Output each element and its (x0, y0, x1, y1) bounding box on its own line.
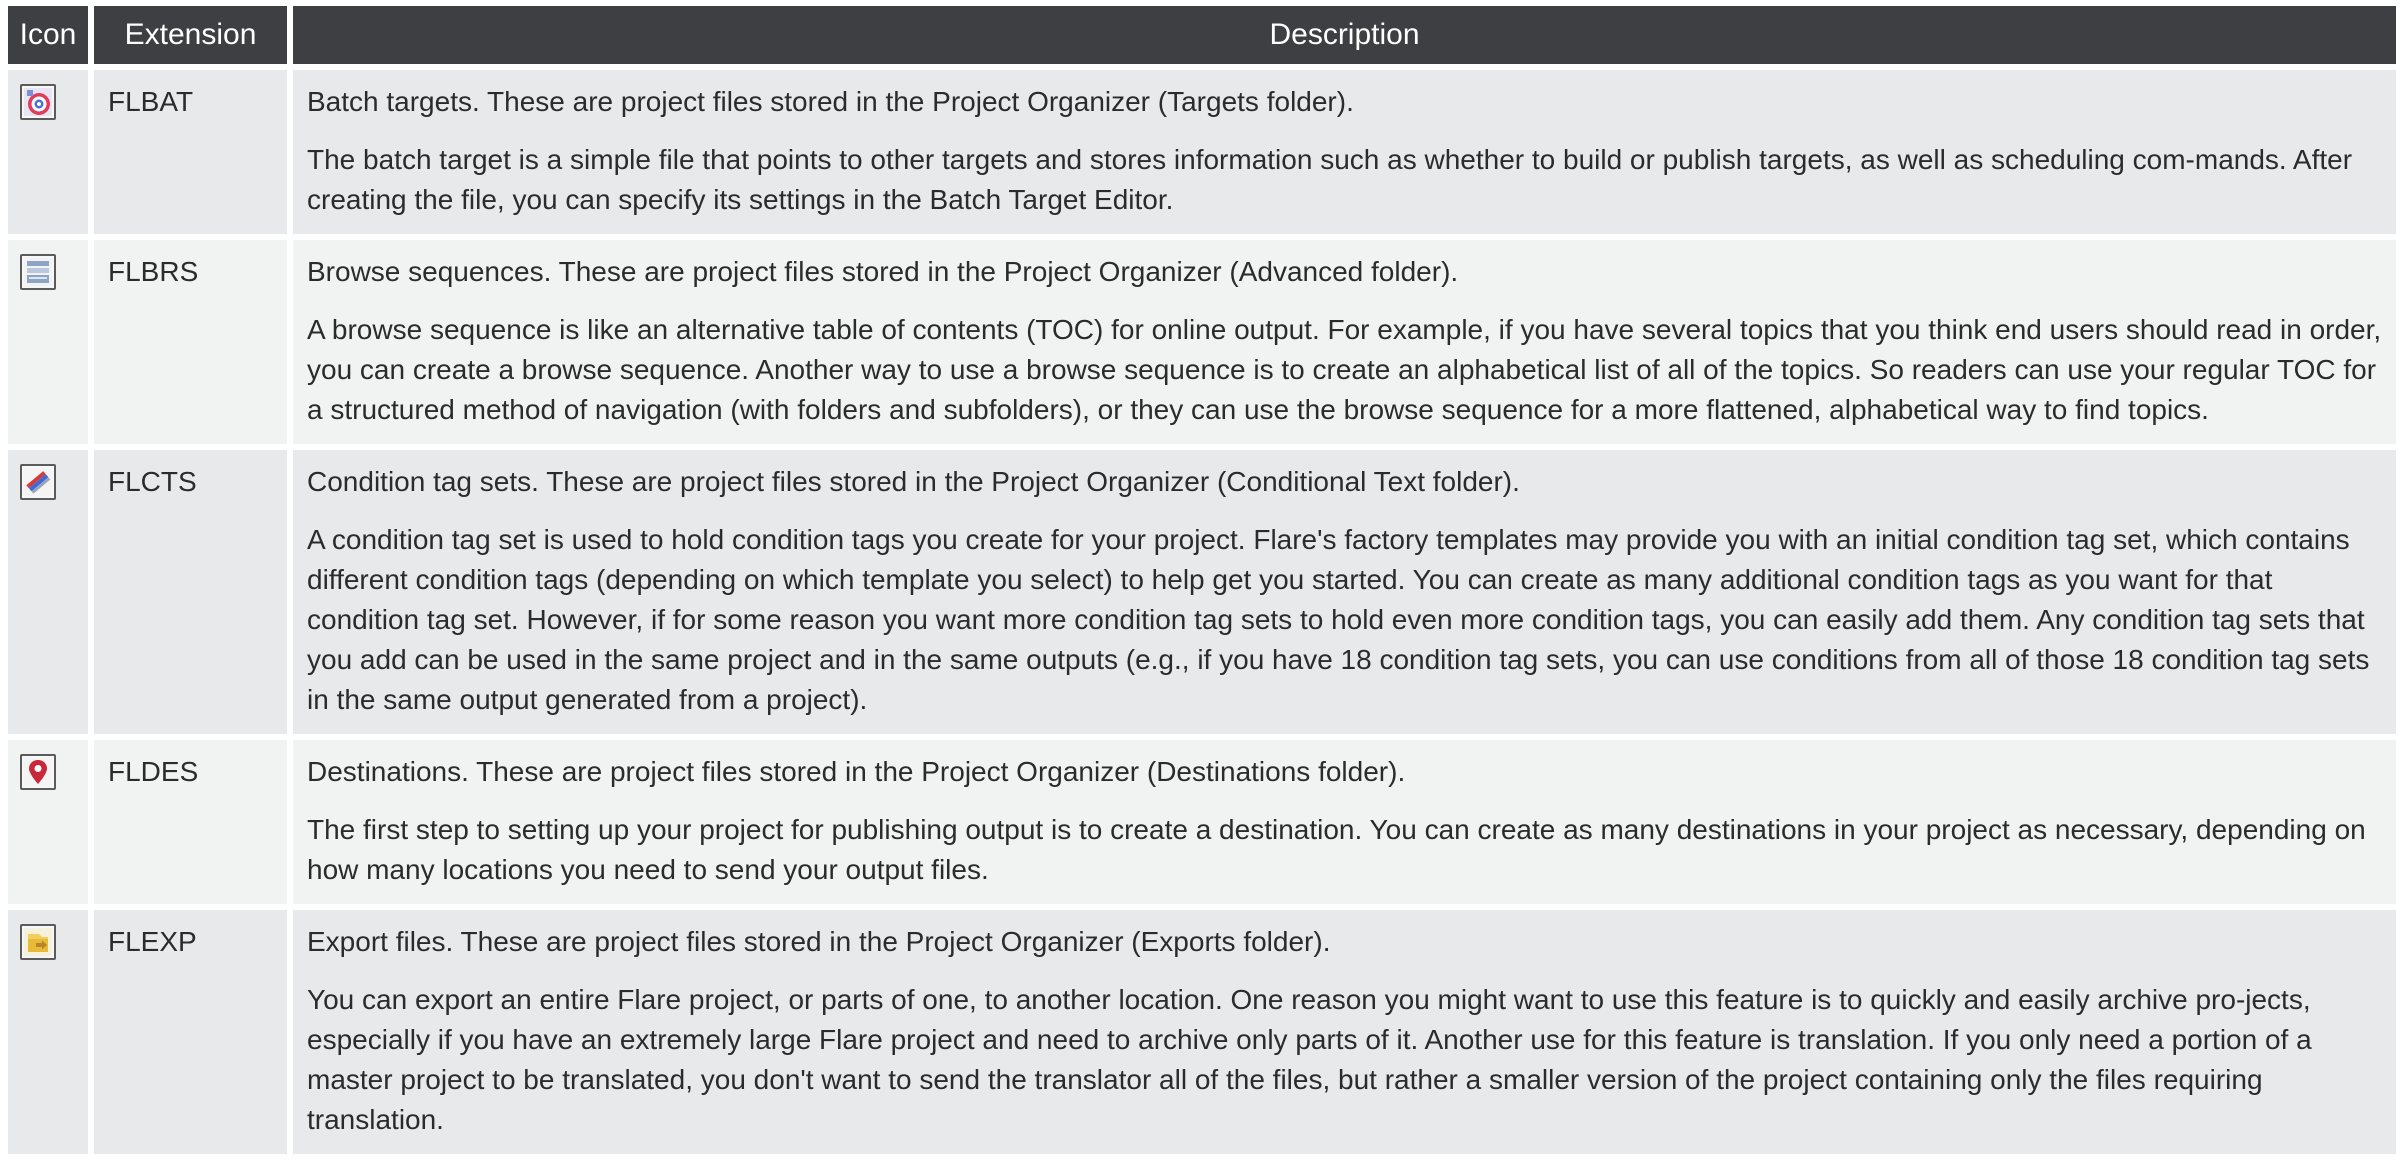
description-detail: The first step to setting up your projec… (307, 814, 2366, 885)
description-summary: Condition tag sets. These are project fi… (307, 466, 1520, 497)
description-summary: Browse sequences. These are project file… (307, 256, 1459, 287)
condition-tag-set-icon (20, 464, 56, 500)
extension-cell: FLEXP (94, 910, 287, 1154)
file-extension-table-container: Icon Extension Description FLBAT Batch t… (8, 6, 2396, 1154)
description-detail: You can export an entire Flare project, … (307, 984, 2312, 1135)
extension-cell: FLBAT (94, 70, 287, 234)
table-row: FLDES Destinations. These are project fi… (8, 740, 2396, 904)
table-row: FLBAT Batch targets. These are project f… (8, 70, 2396, 234)
extension-cell: FLBRS (94, 240, 287, 444)
extension-cell: FLCTS (94, 450, 287, 734)
description-cell: Destinations. These are project files st… (293, 740, 2396, 904)
icon-cell (8, 910, 88, 1154)
file-extension-table: Icon Extension Description FLBAT Batch t… (2, 0, 2402, 1160)
description-cell: Condition tag sets. These are project fi… (293, 450, 2396, 734)
icon-cell (8, 450, 88, 734)
table-row: FLCTS Condition tag sets. These are proj… (8, 450, 2396, 734)
browse-sequence-icon (20, 254, 56, 290)
icon-cell (8, 740, 88, 904)
description-detail: The batch target is a simple file that p… (307, 144, 2353, 215)
column-header-icon: Icon (8, 6, 88, 64)
description-detail: A browse sequence is like an alternative… (307, 314, 2382, 425)
extension-cell: FLDES (94, 740, 287, 904)
export-file-icon (20, 924, 56, 960)
destination-pin-icon (20, 754, 56, 790)
description-summary: Batch targets. These are project files s… (307, 86, 1354, 117)
table-row: FLEXP Export files. These are project fi… (8, 910, 2396, 1154)
description-detail: A condition tag set is used to hold cond… (307, 524, 2370, 715)
column-header-extension: Extension (94, 6, 287, 64)
table-header-row: Icon Extension Description (8, 6, 2396, 64)
batch-target-icon (20, 84, 56, 120)
table-row: FLBRS Browse sequences. These are projec… (8, 240, 2396, 444)
column-header-description: Description (293, 6, 2396, 64)
icon-cell (8, 240, 88, 444)
description-cell: Browse sequences. These are project file… (293, 240, 2396, 444)
description-summary: Destinations. These are project files st… (307, 756, 1406, 787)
description-cell: Export files. These are project files st… (293, 910, 2396, 1154)
description-summary: Export files. These are project files st… (307, 926, 1331, 957)
icon-cell (8, 70, 88, 234)
description-cell: Batch targets. These are project files s… (293, 70, 2396, 234)
